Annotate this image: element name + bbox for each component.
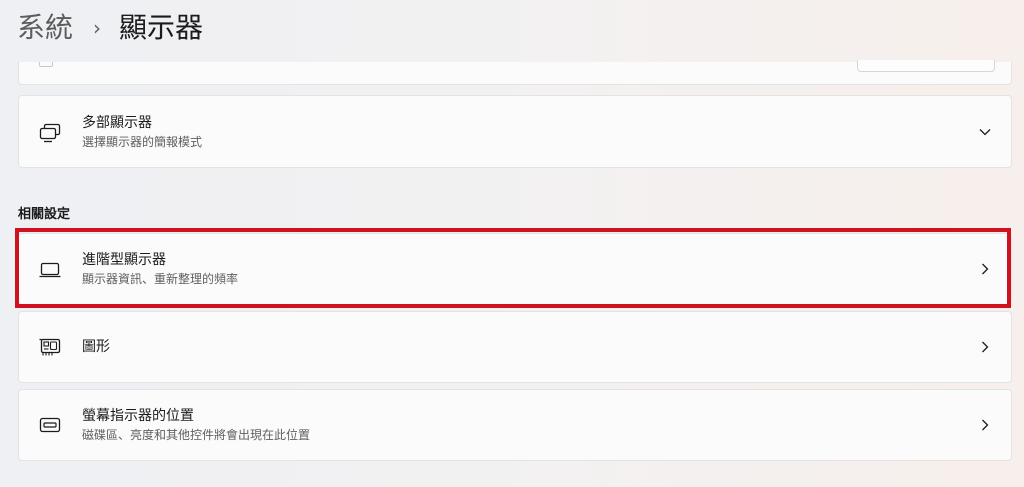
partial-card [18, 60, 1012, 85]
partial-card-button[interactable] [857, 60, 995, 72]
breadcrumb-separator: › [93, 16, 102, 40]
partial-card-icon [39, 62, 53, 67]
indicator-position-title: 螢幕指示器的位置 [82, 408, 194, 424]
graphics-title: 圖形 [82, 339, 110, 355]
chevron-right-icon[interactable] [977, 339, 993, 355]
breadcrumb-parent-system[interactable]: 系統 [17, 10, 73, 46]
advanced-display-subtitle: 顯示器資訊、重新整理的頻率 [82, 272, 239, 286]
graphics-card-icon [37, 334, 63, 360]
indicator-position-card[interactable]: 螢幕指示器的位置 磁碟區、亮度和其他控件將會出現在此位置 [18, 389, 1012, 461]
advanced-display-title: 進階型顯示器 [82, 252, 166, 268]
laptop-icon [37, 256, 63, 282]
chevron-right-icon[interactable] [977, 417, 993, 433]
graphics-card[interactable]: 圖形 [18, 311, 1012, 383]
breadcrumb: 系統 › 顯示器 [17, 10, 203, 46]
page-title: 顯示器 [119, 11, 204, 44]
chevron-right-icon[interactable] [977, 261, 993, 277]
multiple-displays-icon [37, 119, 63, 145]
multiple-displays-card[interactable]: 多部顯示器 選擇顯示器的簡報模式 [18, 95, 1012, 168]
display-position-icon [37, 412, 63, 438]
advanced-display-card[interactable]: 進階型顯示器 顯示器資訊、重新整理的頻率 [18, 233, 1012, 305]
related-settings-header: 相關設定 [18, 207, 71, 222]
chevron-down-icon[interactable] [977, 124, 993, 140]
multiple-displays-title: 多部顯示器 [82, 114, 152, 131]
multiple-displays-subtitle: 選擇顯示器的簡報模式 [82, 134, 203, 149]
indicator-position-subtitle: 磁碟區、亮度和其他控件將會出現在此位置 [82, 428, 311, 442]
